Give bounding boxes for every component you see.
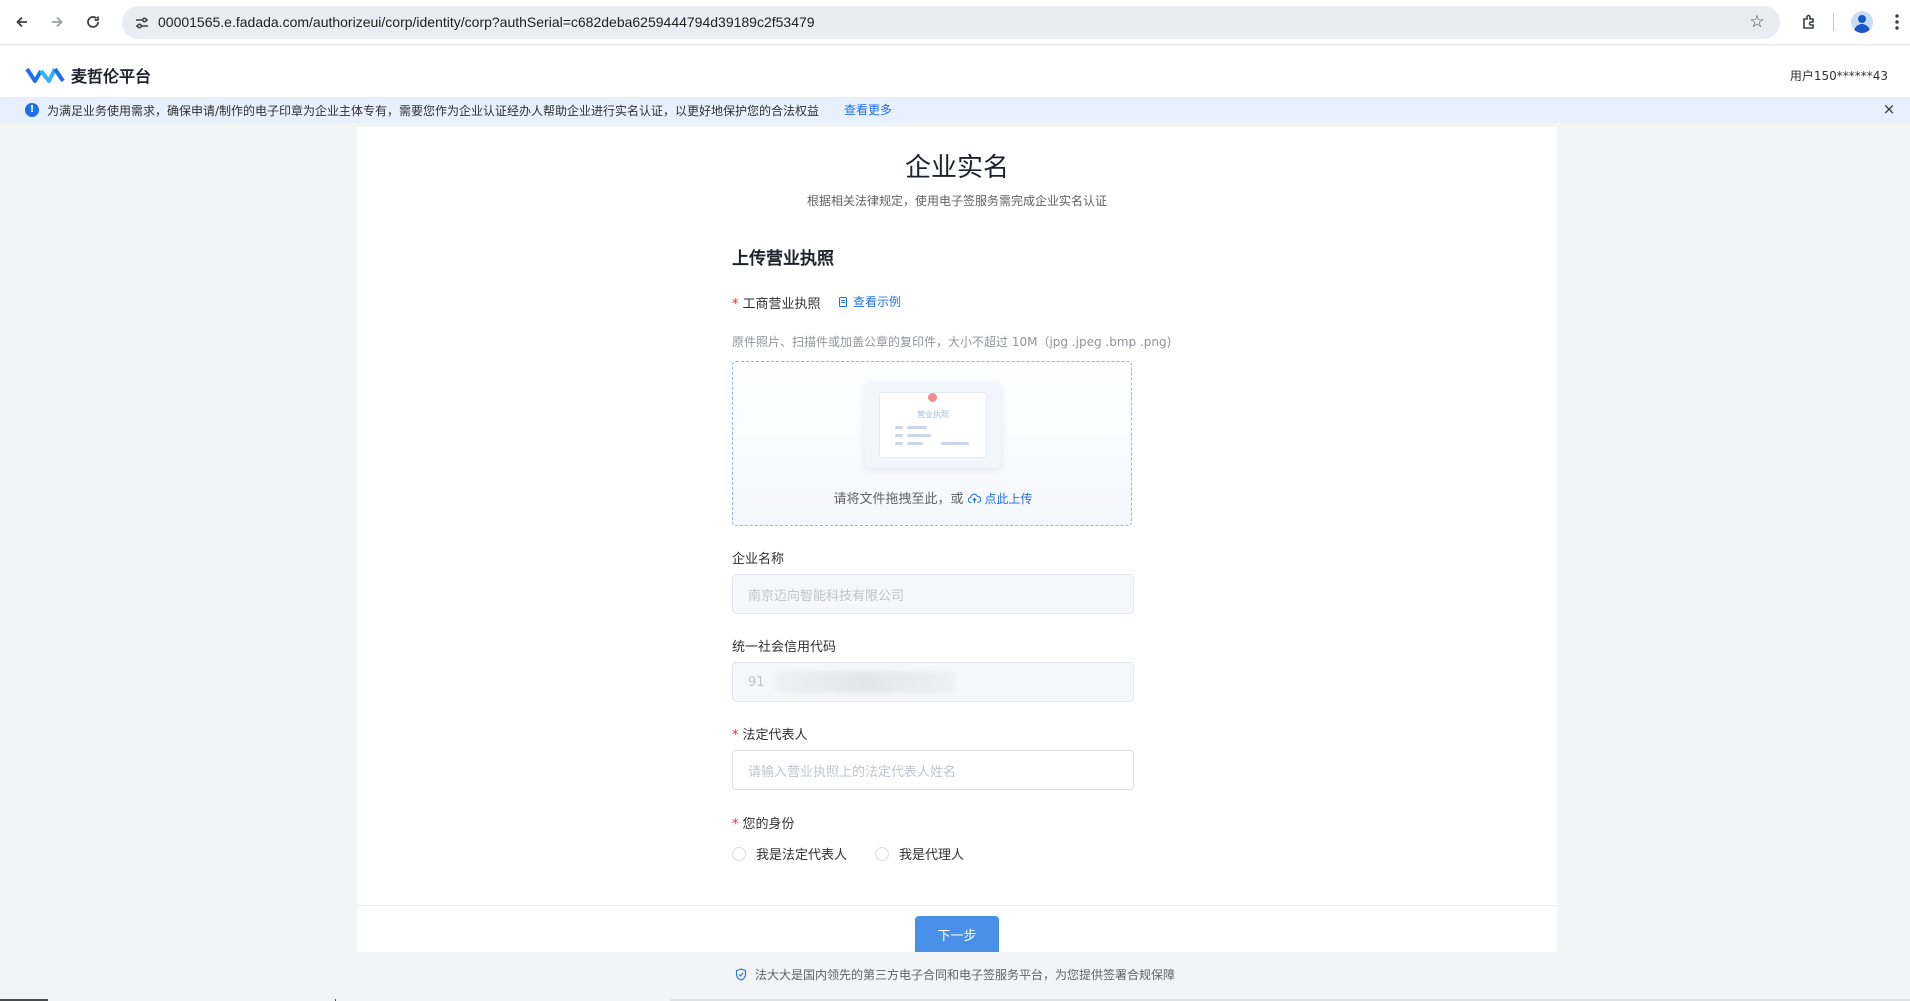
identity-label: * 您的身份 [732,817,795,832]
shield-icon [735,968,747,981]
radio-agent[interactable]: 我是代理人 [875,844,964,863]
radio-circle[interactable] [732,846,746,861]
page-subtitle: 根据相关法律规定，使用电子签服务需完成企业实名认证 [806,194,1107,208]
extensions-icon[interactable] [1796,9,1822,35]
seal-icon [928,393,937,402]
cloud-upload-icon [967,493,981,504]
browser-toolbar: 00001565.e.fadada.com/authorizeui/corp/i… [0,0,1910,45]
page-title: 企业实名 [904,153,1009,183]
click-upload-link[interactable]: 点此上传 [967,492,1033,506]
notice-banner: ! 为满足业务使用需求，确保申请/制作的电子印章为企业主体专有，需要您作为企业认… [0,97,1910,123]
notice-text: 为满足业务使用需求，确保申请/制作的电子印章为企业主体专有，需要您作为企业认证经… [47,104,820,118]
divider [357,905,1557,906]
footer-text: 法大大是国内领先的第三方电子合同和电子签服务平台，为您提供签署合规保障 [754,968,1175,982]
view-example-link[interactable]: 查看示例 [837,293,901,310]
license-illustration: 营业执照 [865,382,1001,468]
info-icon: ! [25,103,39,117]
credit-code-field: 91 [732,662,1134,702]
credit-code-label: 统一社会信用代码 [732,640,837,655]
footer: 法大大是国内领先的第三方电子合同和电子签服务平台，为您提供签署合规保障 [0,966,1910,983]
view-more-link[interactable]: 查看更多 [844,101,892,118]
license-upload-dropzone[interactable]: 营业执照 请将文件拖拽至此，或 点此上传 [732,361,1132,526]
next-step-button[interactable]: 下一步 [915,916,999,952]
identity-radio-group: 我是法定代表人 我是代理人 [732,844,992,863]
upload-section-title: 上传营业执照 [732,249,834,269]
logo-text: 麦哲伦平台 [71,67,152,86]
url-text[interactable]: 00001565.e.fadada.com/authorizeui/corp/i… [158,14,815,30]
upload-hint: 原件照片、扫描件或加盖公章的复印件，大小不超过 10M（jpg .jpeg .b… [732,335,1172,349]
license-label: * 工商营业执照 [732,297,821,312]
reload-icon[interactable] [80,9,106,35]
radio-legal-representative[interactable]: 我是法定代表人 [732,844,847,863]
bookmark-star-icon[interactable]: ☆ [1746,11,1768,33]
logo-icon [25,67,65,83]
close-icon[interactable]: × [1880,100,1898,118]
verification-card: 企业实名 根据相关法律规定，使用电子签服务需完成企业实名认证 上传营业执照 * 工… [357,127,1557,952]
app-header: 麦哲伦平台 用户150******43 [0,46,1910,101]
address-bar[interactable]: 00001565.e.fadada.com/authorizeui/corp/i… [122,6,1780,39]
document-icon [838,296,848,307]
company-name-label: 企业名称 [732,552,785,567]
radio-circle[interactable] [875,846,890,861]
required-mark: * [732,297,739,312]
legal-rep-label: * 法定代表人 [732,728,808,743]
legal-rep-input[interactable]: 请输入营业执照上的法定代表人姓名 [732,750,1134,790]
back-icon[interactable] [9,9,35,35]
user-account-label[interactable]: 用户150******43 [1790,67,1888,84]
upload-instruction: 请将文件拖拽至此，或 点此上传 [833,492,1033,507]
site-info-icon[interactable] [131,12,153,34]
forward-icon[interactable] [44,9,70,35]
toolbar-separator [1833,13,1834,31]
profile-avatar-icon[interactable] [1849,9,1875,35]
browser-menu-icon[interactable] [1884,9,1910,35]
redaction-mask [775,671,955,693]
platform-logo[interactable]: 麦哲伦平台 [25,63,151,87]
company-name-field: 南京迈向智能科技有限公司 [732,574,1134,614]
